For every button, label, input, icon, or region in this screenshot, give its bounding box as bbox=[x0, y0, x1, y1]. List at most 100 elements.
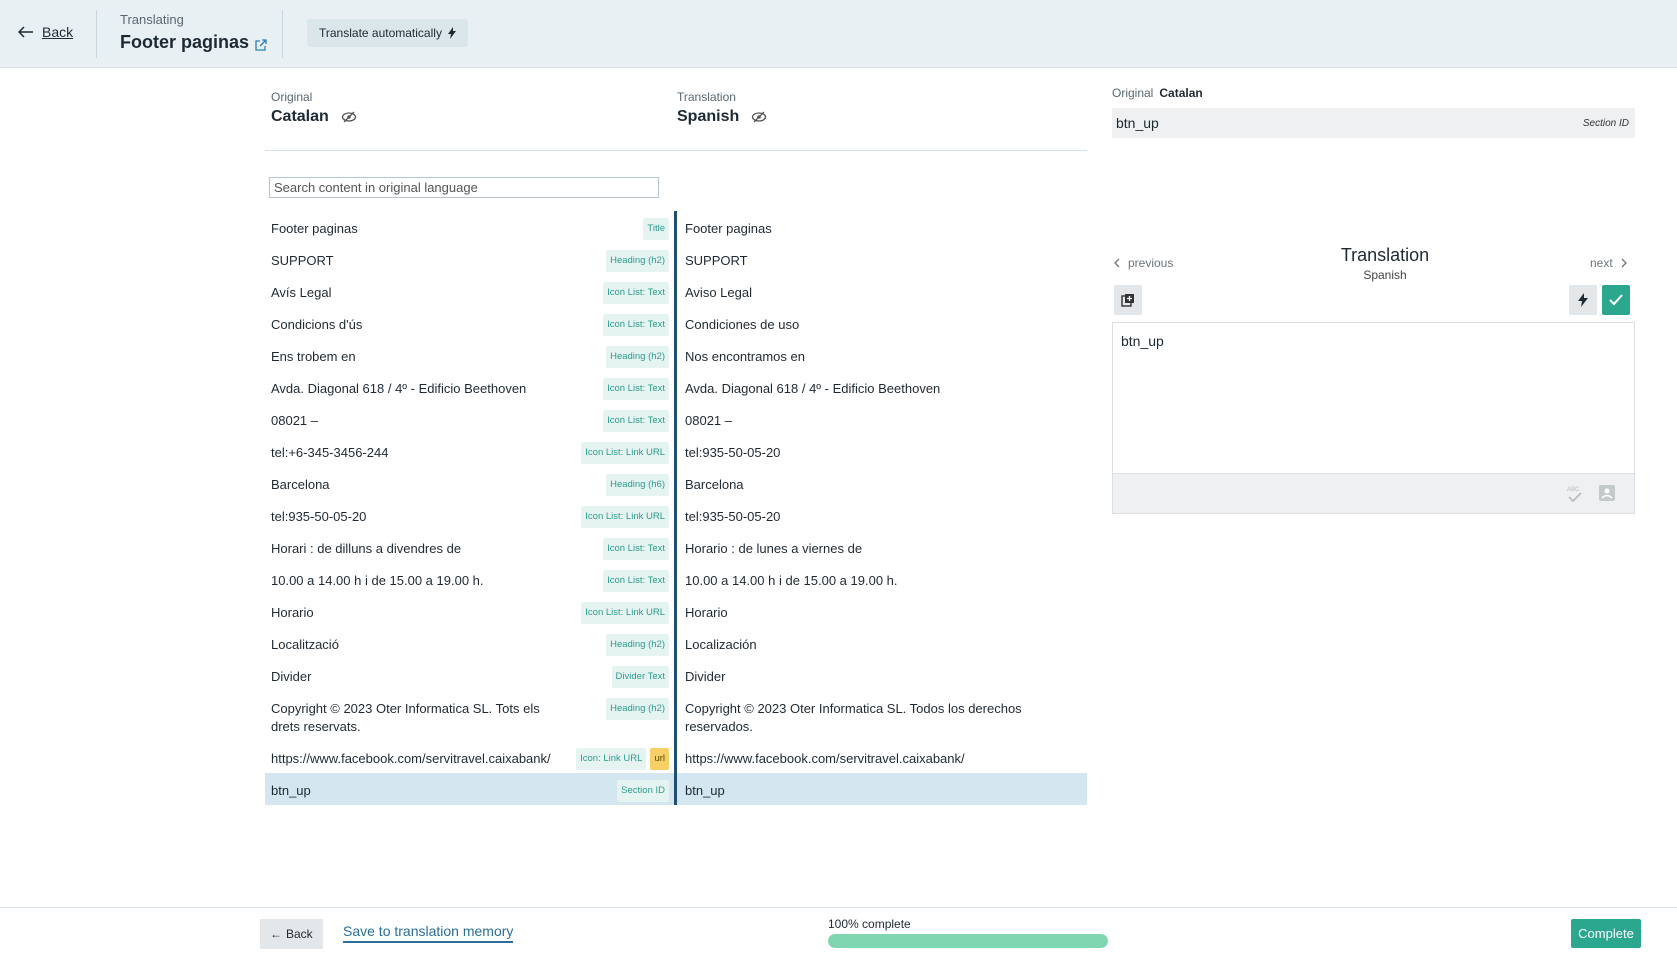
footer-back-button[interactable]: ← Back bbox=[260, 919, 323, 949]
translation-cell[interactable]: Footer paginas bbox=[677, 211, 1087, 243]
table-row[interactable]: Footer paginas Title Footer paginas bbox=[265, 211, 1087, 243]
original-text: Divider bbox=[271, 669, 312, 684]
field-type-tags: Icon List: Text bbox=[603, 282, 669, 304]
original-cell[interactable]: Barcelona Heading (h6) bbox=[265, 467, 674, 499]
translation-cell[interactable]: tel:935-50-05-20 bbox=[677, 435, 1087, 467]
next-button[interactable]: next bbox=[1590, 256, 1627, 270]
table-row[interactable]: SUPPORT Heading (h2) SUPPORT bbox=[265, 243, 1087, 275]
field-type-badge: Icon List: Text bbox=[603, 314, 669, 336]
field-type-badge: Icon List: Text bbox=[603, 410, 669, 432]
external-link-icon[interactable] bbox=[254, 38, 268, 52]
table-row[interactable]: Horari : de dilluns a divendres de Icon L… bbox=[265, 531, 1087, 563]
translation-cell[interactable]: Aviso Legal bbox=[677, 275, 1087, 307]
table-row[interactable]: tel:935-50-05-20 Icon List: Link URL tel:9… bbox=[265, 499, 1087, 531]
translation-cell[interactable]: Nos encontramos en bbox=[677, 339, 1087, 371]
table-row[interactable]: Ens trobem en Heading (h2) Nos encontramos… bbox=[265, 339, 1087, 371]
translation-cell[interactable]: SUPPORT bbox=[677, 243, 1087, 275]
bottom-bar: ← Back Save to translation memory 100% c… bbox=[0, 907, 1677, 958]
back-link[interactable]: Back bbox=[18, 24, 73, 40]
table-row[interactable]: Barcelona Heading (h6) Barcelona bbox=[265, 467, 1087, 499]
header-subtitle: Translating bbox=[120, 12, 184, 27]
table-row[interactable]: Condicions d'ús Icon List: Text Condicione… bbox=[265, 307, 1087, 339]
table-row[interactable]: Avís Legal Icon List: Text Aviso Legal bbox=[265, 275, 1087, 307]
eye-slash-icon[interactable] bbox=[751, 111, 767, 123]
original-cell[interactable]: https://www.facebook.com/servitravel.cai… bbox=[265, 741, 674, 773]
table-row[interactable]: tel:+6-345-3456-244 Icon List: Link URL te… bbox=[265, 435, 1087, 467]
table-row[interactable]: Copyright © 2023 Oter Informatica SL. To… bbox=[265, 691, 1087, 741]
original-cell[interactable]: Horario Icon List: Link URL bbox=[265, 595, 674, 627]
original-cell[interactable]: Condicions d'ús Icon List: Text bbox=[265, 307, 674, 339]
table-row[interactable]: Horario Icon List: Link URL Horario bbox=[265, 595, 1087, 627]
header-divider bbox=[282, 10, 283, 58]
table-row[interactable]: btn_up Section ID btn_up bbox=[265, 773, 1087, 805]
translation-editor[interactable]: btn_up ABC bbox=[1112, 322, 1635, 514]
translation-cell[interactable]: https://www.facebook.com/servitravel.cai… bbox=[677, 741, 1087, 773]
field-type-tags: Icon: Link URL url bbox=[576, 748, 669, 770]
translation-cell[interactable]: Divider bbox=[677, 659, 1087, 691]
machine-translate-button[interactable] bbox=[1569, 285, 1597, 315]
original-cell[interactable]: Divider Divider Text bbox=[265, 659, 674, 691]
save-translation-button[interactable] bbox=[1602, 285, 1630, 315]
table-row[interactable]: Avda. Diagonal 618 / 4º - Edificio Beeth… bbox=[265, 371, 1087, 403]
eye-slash-icon[interactable] bbox=[341, 111, 357, 123]
original-cell[interactable]: Ens trobem en Heading (h2) bbox=[265, 339, 674, 371]
table-row[interactable]: Divider Divider Text Divider bbox=[265, 659, 1087, 691]
original-cell[interactable]: tel:+6-345-3456-244 Icon List: Link URL bbox=[265, 435, 674, 467]
original-cell[interactable]: Avda. Diagonal 618 / 4º - Edificio Beeth… bbox=[265, 371, 674, 403]
original-detail-language: Catalan bbox=[1159, 86, 1203, 100]
table-row[interactable]: 10.00 a 14.00 h i de 15.00 a 19.00 h. Ico… bbox=[265, 563, 1087, 595]
original-cell[interactable]: btn_up Section ID bbox=[265, 773, 674, 805]
original-text: Footer paginas bbox=[271, 221, 358, 236]
field-type-badge: Icon List: Text bbox=[603, 378, 669, 400]
complete-button[interactable]: Complete bbox=[1571, 919, 1641, 948]
original-cell[interactable]: Avís Legal Icon List: Text bbox=[265, 275, 674, 307]
translation-cell[interactable]: 10.00 a 14.00 h i de 15.00 a 19.00 h. bbox=[677, 563, 1087, 595]
translation-cell[interactable]: btn_up bbox=[677, 773, 1087, 805]
table-row[interactable]: 08021 – Icon List: Text 08021 – bbox=[265, 403, 1087, 435]
search-input[interactable] bbox=[269, 177, 659, 198]
field-type-badge: Section ID bbox=[617, 780, 669, 802]
table-row[interactable]: Localització Heading (h2) Localización bbox=[265, 627, 1087, 659]
original-cell[interactable]: 10.00 a 14.00 h i de 15.00 a 19.00 h. Ico… bbox=[265, 563, 674, 595]
translation-column-header: Translation Spanish bbox=[677, 90, 767, 126]
field-type-badge: Icon List: Text bbox=[603, 282, 669, 304]
translation-cell[interactable]: Barcelona bbox=[677, 467, 1087, 499]
lightning-icon bbox=[1578, 293, 1588, 307]
translation-cell[interactable]: Localización bbox=[677, 627, 1087, 659]
translation-cell[interactable]: Copyright © 2023 Oter Informatica SL. To… bbox=[677, 691, 1087, 741]
original-cell[interactable]: Horari : de dilluns a divendres de Icon L… bbox=[265, 531, 674, 563]
original-language: Catalan bbox=[271, 108, 329, 125]
translation-language: Spanish bbox=[677, 108, 740, 125]
previous-label: previous bbox=[1128, 256, 1174, 270]
original-cell[interactable]: Localització Heading (h2) bbox=[265, 627, 674, 659]
previous-button[interactable]: previous bbox=[1114, 256, 1173, 270]
translation-cell[interactable]: Condiciones de uso bbox=[677, 307, 1087, 339]
translation-cell[interactable]: 08021 – bbox=[677, 403, 1087, 435]
original-detail-panel: Original Catalan btn_up Section ID bbox=[1112, 86, 1635, 138]
save-to-memory-link[interactable]: Save to translation memory bbox=[343, 923, 514, 943]
field-type-tags: Icon List: Link URL bbox=[581, 506, 669, 528]
check-icon bbox=[1609, 294, 1623, 306]
translation-cell[interactable]: tel:935-50-05-20 bbox=[677, 499, 1087, 531]
field-type-badge: Heading (h2) bbox=[606, 346, 669, 368]
field-type-tags: Icon List: Text bbox=[603, 314, 669, 336]
original-cell[interactable]: 08021 – Icon List: Text bbox=[265, 403, 674, 435]
translation-cell[interactable]: Avda. Diagonal 618 / 4º - Edificio Beeth… bbox=[677, 371, 1087, 403]
original-cell[interactable]: Footer paginas Title bbox=[265, 211, 674, 243]
original-cell[interactable]: SUPPORT Heading (h2) bbox=[265, 243, 674, 275]
translation-cell[interactable]: Horario bbox=[677, 595, 1087, 627]
original-cell[interactable]: tel:935-50-05-20 Icon List: Link URL bbox=[265, 499, 674, 531]
table-row[interactable]: https://www.facebook.com/servitravel.cai… bbox=[265, 741, 1087, 773]
translate-automatically-button[interactable]: Translate automatically bbox=[307, 19, 468, 47]
translation-cell[interactable]: Horario : de lunes a viernes de bbox=[677, 531, 1087, 563]
original-cell[interactable]: Copyright © 2023 Oter Informatica SL. To… bbox=[265, 691, 674, 741]
translation-memory-icon[interactable] bbox=[1598, 484, 1616, 502]
field-type-badge: Title bbox=[643, 218, 669, 240]
back-label: Back bbox=[42, 24, 74, 40]
copy-original-button[interactable] bbox=[1114, 285, 1142, 315]
lightning-icon bbox=[447, 27, 456, 39]
spellcheck-icon[interactable]: ABC bbox=[1566, 484, 1584, 504]
field-type-badge: Icon List: Text bbox=[603, 538, 669, 560]
field-type-badge: Icon List: Text bbox=[603, 570, 669, 592]
translation-editor-text[interactable]: btn_up bbox=[1113, 323, 1634, 473]
